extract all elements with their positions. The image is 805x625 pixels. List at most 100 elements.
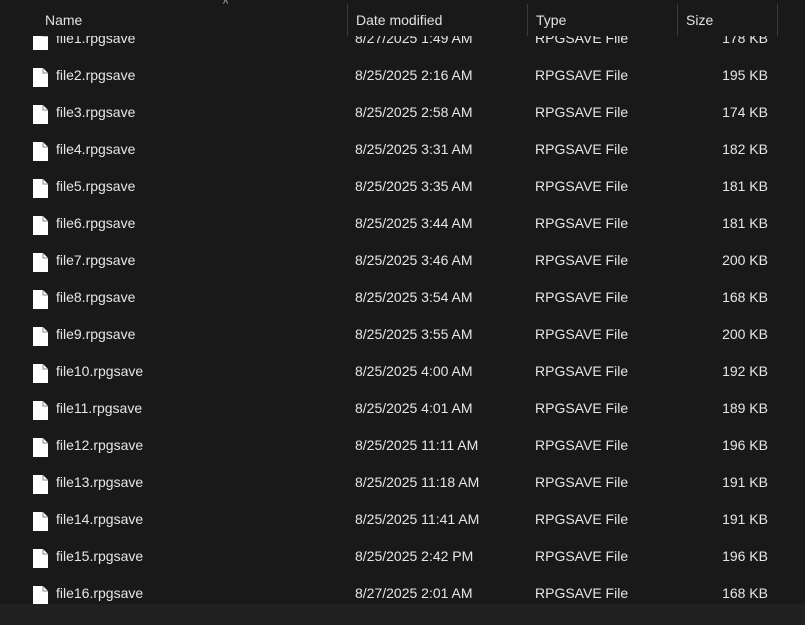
file-row[interactable]: file11.rpgsave 8/25/2025 4:01 AM RPGSAVE F…	[0, 390, 790, 427]
file-icon	[32, 548, 49, 569]
file-row[interactable]: file3.rpgsave 8/25/2025 2:58 AM RPGSAVE Fi…	[0, 94, 790, 131]
file-size: 174 KB	[722, 104, 768, 120]
file-row[interactable]: file9.rpgsave 8/25/2025 3:55 AM RPGSAVE Fi…	[0, 316, 790, 353]
column-header-name[interactable]: Name ^	[37, 0, 348, 36]
file-name[interactable]: file15.rpgsave	[56, 538, 143, 575]
file-icon	[32, 252, 49, 273]
file-row[interactable]: file13.rpgsave 8/25/2025 11:18 AM RPGSAVE …	[0, 464, 790, 501]
file-size: 181 KB	[722, 215, 768, 231]
vertical-scrollbar-track[interactable]	[790, 36, 805, 604]
file-name[interactable]: file1.rpgsave	[56, 36, 135, 57]
file-icon	[32, 289, 49, 310]
file-icon	[32, 585, 49, 604]
file-name[interactable]: file5.rpgsave	[56, 168, 135, 205]
file-row[interactable]: file6.rpgsave 8/25/2025 3:44 AM RPGSAVE Fi…	[0, 205, 790, 242]
file-row[interactable]: file5.rpgsave 8/25/2025 3:35 AM RPGSAVE Fi…	[0, 168, 790, 205]
file-name[interactable]: file8.rpgsave	[56, 279, 135, 316]
file-row[interactable]: file10.rpgsave 8/25/2025 4:00 AM RPGSAVE F…	[0, 353, 790, 390]
file-name[interactable]: file16.rpgsave	[56, 575, 143, 604]
file-size: 195 KB	[722, 67, 768, 83]
file-date-modified: 8/25/2025 4:01 AM	[355, 400, 473, 416]
column-header-bar: Name ^ Date modified Type Size	[0, 0, 790, 36]
file-name[interactable]: file3.rpgsave	[56, 94, 135, 131]
file-name[interactable]: file13.rpgsave	[56, 464, 143, 501]
file-date-modified: 8/25/2025 2:42 PM	[355, 548, 474, 564]
file-date-modified: 8/25/2025 11:18 AM	[355, 474, 480, 490]
file-name[interactable]: file2.rpgsave	[56, 57, 135, 94]
file-size: 168 KB	[722, 289, 768, 305]
file-size: 182 KB	[722, 141, 768, 157]
file-name[interactable]: file4.rpgsave	[56, 131, 135, 168]
file-size: 191 KB	[722, 474, 768, 490]
file-icon	[32, 215, 49, 236]
file-type: RPGSAVE File	[535, 289, 629, 305]
file-size: 200 KB	[722, 252, 768, 268]
file-name[interactable]: file12.rpgsave	[56, 427, 143, 464]
file-type: RPGSAVE File	[535, 178, 629, 194]
file-date-modified: 8/25/2025 4:00 AM	[355, 363, 473, 379]
file-icon	[32, 363, 49, 384]
file-type: RPGSAVE File	[535, 141, 629, 157]
file-row[interactable]: file1.rpgsave 8/27/2025 1:49 AM RPGSAVE Fi…	[0, 36, 790, 57]
file-icon	[32, 474, 49, 495]
file-type: RPGSAVE File	[535, 400, 629, 416]
status-bar	[0, 604, 805, 625]
file-list: file1.rpgsave 8/27/2025 1:49 AM RPGSAVE Fi…	[0, 36, 790, 604]
file-icon	[32, 67, 49, 88]
file-type: RPGSAVE File	[535, 363, 629, 379]
file-date-modified: 8/25/2025 2:16 AM	[355, 67, 473, 83]
file-type: RPGSAVE File	[535, 474, 629, 490]
file-icon	[32, 36, 49, 51]
file-date-modified: 8/27/2025 1:49 AM	[355, 36, 473, 46]
file-row[interactable]: file7.rpgsave 8/25/2025 3:46 AM RPGSAVE Fi…	[0, 242, 790, 279]
file-date-modified: 8/25/2025 11:11 AM	[355, 437, 479, 453]
file-type: RPGSAVE File	[535, 252, 629, 268]
file-name[interactable]: file10.rpgsave	[56, 353, 143, 390]
file-icon	[32, 511, 49, 532]
file-name[interactable]: file6.rpgsave	[56, 205, 135, 242]
file-icon	[32, 178, 49, 199]
file-row[interactable]: file14.rpgsave 8/25/2025 11:41 AM RPGSAVE …	[0, 501, 790, 538]
column-header-size-label: Size	[686, 12, 714, 28]
file-icon	[32, 141, 49, 162]
column-header-date-modified[interactable]: Date modified	[348, 4, 528, 36]
file-type: RPGSAVE File	[535, 437, 629, 453]
file-name[interactable]: file9.rpgsave	[56, 316, 135, 353]
file-name[interactable]: file11.rpgsave	[56, 390, 142, 427]
file-size: 196 KB	[722, 548, 768, 564]
file-date-modified: 8/25/2025 3:44 AM	[355, 215, 473, 231]
file-type: RPGSAVE File	[535, 215, 629, 231]
file-icon	[32, 326, 49, 347]
file-name[interactable]: file7.rpgsave	[56, 242, 135, 279]
file-icon	[32, 437, 49, 458]
file-row[interactable]: file15.rpgsave 8/25/2025 2:42 PM RPGSAVE F…	[0, 538, 790, 575]
column-header-name-label: Name	[45, 12, 83, 28]
file-row[interactable]: file4.rpgsave 8/25/2025 3:31 AM RPGSAVE Fi…	[0, 131, 790, 168]
file-size: 168 KB	[722, 585, 768, 601]
file-size: 181 KB	[722, 178, 768, 194]
column-header-size[interactable]: Size	[678, 4, 778, 36]
file-row[interactable]: file12.rpgsave 8/25/2025 11:11 AM RPGSAVE …	[0, 427, 790, 464]
file-type: RPGSAVE File	[535, 36, 629, 46]
file-type: RPGSAVE File	[535, 548, 629, 564]
file-icon	[32, 400, 49, 421]
file-date-modified: 8/25/2025 3:46 AM	[355, 252, 473, 268]
file-row[interactable]: file16.rpgsave 8/27/2025 2:01 AM RPGSAVE F…	[0, 575, 790, 604]
file-date-modified: 8/25/2025 3:35 AM	[355, 178, 473, 194]
file-icon	[32, 104, 49, 125]
column-header-type[interactable]: Type	[528, 4, 678, 36]
file-date-modified: 8/25/2025 11:41 AM	[355, 511, 480, 527]
file-type: RPGSAVE File	[535, 511, 629, 527]
file-row[interactable]: file8.rpgsave 8/25/2025 3:54 AM RPGSAVE Fi…	[0, 279, 790, 316]
file-name[interactable]: file14.rpgsave	[56, 501, 143, 538]
file-type: RPGSAVE File	[535, 326, 629, 342]
file-type: RPGSAVE File	[535, 67, 629, 83]
file-type: RPGSAVE File	[535, 585, 629, 601]
file-size: 200 KB	[722, 326, 768, 342]
file-row[interactable]: file2.rpgsave 8/25/2025 2:16 AM RPGSAVE Fi…	[0, 57, 790, 94]
file-date-modified: 8/25/2025 3:55 AM	[355, 326, 473, 342]
file-size: 178 KB	[722, 36, 768, 46]
column-header-type-label: Type	[536, 12, 567, 28]
file-type: RPGSAVE File	[535, 104, 629, 120]
file-explorer: Name ^ Date modified Type Size file1.rpg…	[0, 0, 805, 625]
